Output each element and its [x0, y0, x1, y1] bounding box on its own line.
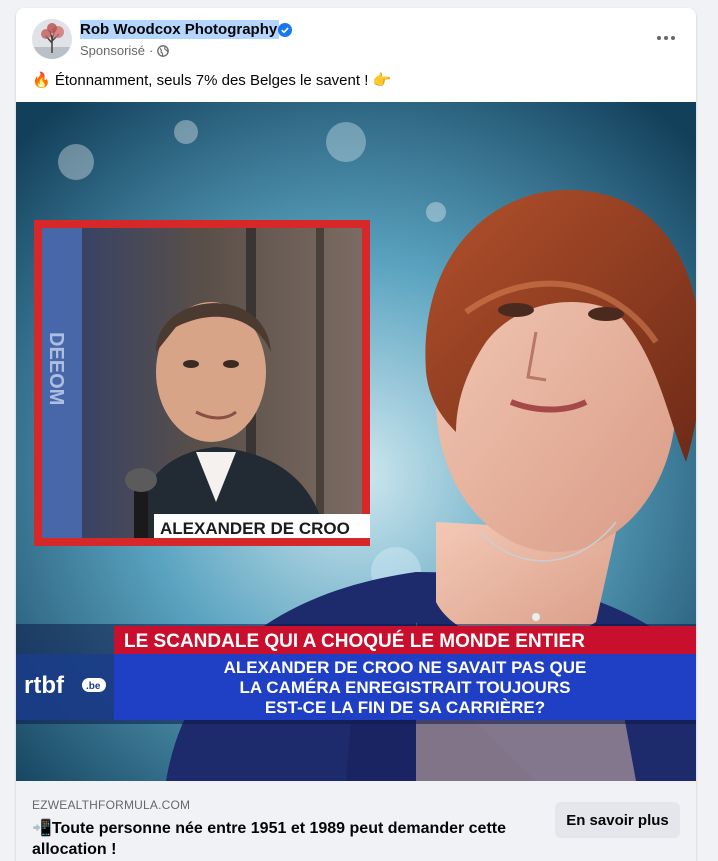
post-media-image[interactable]: ALEXANDER DE CROO DEEOM LE SCANDALE QUI … [16, 102, 696, 781]
link-preview-footer[interactable]: EZWEALTHFORMULA.COM 📲Toute personne née … [16, 781, 696, 861]
banner-line-2: LA CAMÉRA ENREGISTRAIT TOUJOURS [240, 678, 571, 697]
pointing-emoji: 👉 [372, 71, 392, 89]
verified-badge-icon [278, 23, 292, 37]
banner-line-3: EST-CE LA FIN DE SA CARRIÈRE? [265, 698, 545, 717]
banner-line-1: ALEXANDER DE CROO NE SAVAIT PAS QUE [224, 658, 587, 677]
learn-more-button[interactable]: En savoir plus [555, 802, 680, 838]
fire-emoji: 🔥 [32, 71, 51, 89]
banner-headline: LE SCANDALE QUI A CHOQUÉ LE MONDE ENTIER [124, 630, 585, 652]
news-banner: LE SCANDALE QUI A CHOQUÉ LE MONDE ENTIER… [16, 624, 696, 724]
page-avatar[interactable] [32, 19, 72, 59]
post-meta: Sponsorisé · [80, 43, 170, 58]
link-domain: EZWEALTHFORMULA.COM [32, 798, 191, 812]
sponsored-post-card: Rob Woodcox Photography Sponsorisé · 🔥 É… [16, 8, 696, 861]
rtbf-logo-badge: .be [86, 681, 101, 692]
meta-separator: · [149, 43, 154, 58]
post-caption: 🔥 Étonnamment, seuls 7% des Belges le sa… [32, 70, 391, 91]
sponsored-label[interactable]: Sponsorisé [80, 43, 145, 58]
rtbf-logo: rtbf [24, 672, 65, 699]
page-name-link[interactable]: Rob Woodcox Photography [80, 20, 280, 39]
post-header: Rob Woodcox Photography Sponsorisé · [16, 8, 696, 68]
inset-name-caption: ALEXANDER DE CROO [160, 519, 350, 538]
more-options-icon[interactable] [652, 28, 680, 48]
globe-icon[interactable] [157, 44, 170, 57]
inset-frame: ALEXANDER DE CROO DEEOM [34, 220, 370, 546]
phone-emoji: 📲 [32, 818, 52, 837]
link-headline-text: Toute personne née entre 1951 et 1989 pe… [32, 820, 507, 858]
caption-text: Étonnamment, seuls 7% des Belges le save… [54, 72, 369, 89]
link-headline[interactable]: 📲Toute personne née entre 1951 et 1989 p… [32, 817, 512, 860]
inset-side-text: DEEOM [45, 332, 67, 405]
tree-icon [32, 19, 72, 59]
news-screenshot-image: ALEXANDER DE CROO DEEOM LE SCANDALE QUI … [16, 102, 696, 781]
